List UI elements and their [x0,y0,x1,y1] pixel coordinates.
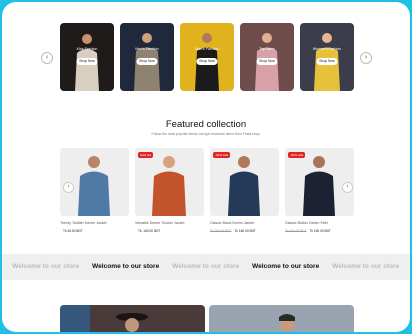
chevron-left-icon: ‹ [45,54,49,61]
product-image[interactable]: Sold out [135,148,204,216]
product-old-price: Tk 200.00 BDT [210,229,232,233]
featured-subtitle: Follow the most popular trends and get e… [151,132,261,136]
featured-title: Featured collection [165,119,247,130]
category-next-button[interactable]: › [360,52,372,64]
category-title: Top Sales [259,47,275,51]
product-name[interactable]: Classic Button Denim Shirt [285,221,354,225]
marquee-text: Welcome to our store [252,263,320,270]
marquee-text: Welcome to our store [12,263,80,270]
category-photo-top-sales [255,33,279,91]
product-sale-price: Tk 45.00 BDT [63,229,83,233]
product-price: Tk 200.00 BDT Tk 160.00 BDT [285,229,354,233]
product-next-button[interactable]: › [342,182,353,193]
product-price: Tk. 160.00 BDT [135,229,204,233]
product-badge: -20% sale [213,152,231,158]
category-title: Kids Fashion [76,47,98,51]
product-name[interactable]: Versatile Denim Trucker Jacket [135,221,204,225]
shop-now-button[interactable]: Shop Now [196,58,218,65]
product-prev-button[interactable]: ‹ [63,182,74,193]
product-name[interactable]: Trendy Toddler Denim Jacket [60,221,129,225]
marquee-text: Welcome to our store [332,263,400,270]
category-photo-womens [314,33,340,91]
banner-photo-right [279,314,295,332]
product-card[interactable]: Sold out Versatile Denim Trucker Jacket … [135,148,204,233]
category-title: Men's Fashion [195,47,219,51]
welcome-marquee: Welcome to our store Welcome to our stor… [2,254,410,280]
shop-now-button[interactable]: Shop Now [136,58,158,65]
chevron-left-icon: ‹ [67,184,70,190]
category-card-mens-2[interactable]: Men's Fashion Shop Now [180,23,234,91]
product-sale-price: Tk 160.00 BDT [234,229,256,233]
category-title: Men's Fashion [135,47,159,51]
category-card-top-sales[interactable]: Top Sales Shop Now [240,23,294,91]
shop-now-button[interactable]: Shop Now [76,58,98,65]
category-photo-mens [134,33,160,91]
category-card-womens[interactable]: Women's Fashion Shop Now [300,23,354,91]
category-photo-kids [75,34,99,91]
product-price: Tk 45.00 BDT [60,229,129,233]
product-badge: Sold out [138,152,154,158]
page: ‹ › Kids Fashion Shop Now Men's Fashion … [2,2,410,332]
shop-now-button[interactable]: Shop Now [316,58,338,65]
category-photo-mens-2 [195,33,219,91]
category-card-kids[interactable]: Kids Fashion Shop Now [60,23,114,91]
product-card[interactable]: -20% sale Classic Black Denim Jacket Tk … [210,148,279,233]
banner-photo-left [60,305,148,332]
category-title: Women's Fashion [312,47,342,51]
product-name[interactable]: Classic Black Denim Jacket [210,221,279,225]
category-prev-button[interactable]: ‹ [41,52,53,64]
product-sale-price: Tk. 160.00 BDT [138,229,161,233]
product-price: Tk 200.00 BDT Tk 160.00 BDT [210,229,279,233]
category-card-mens[interactable]: Men's Fashion Shop Now [120,23,174,91]
chevron-right-icon: › [346,184,349,190]
marquee-text: Welcome to our store [172,263,240,270]
product-photo [152,156,186,216]
chevron-right-icon: › [364,54,368,61]
shop-now-button[interactable]: Shop Now [256,58,278,65]
product-photo [228,156,260,216]
product-image[interactable]: -20% sale [210,148,279,216]
banner-image-left[interactable] [60,305,205,332]
marquee-text: Welcome to our store [92,263,160,270]
product-sale-price: Tk 160.00 BDT [309,229,331,233]
banner-image-right[interactable] [209,305,354,332]
product-old-price: Tk 200.00 BDT [285,229,307,233]
product-badge: -20% sale [288,152,306,158]
